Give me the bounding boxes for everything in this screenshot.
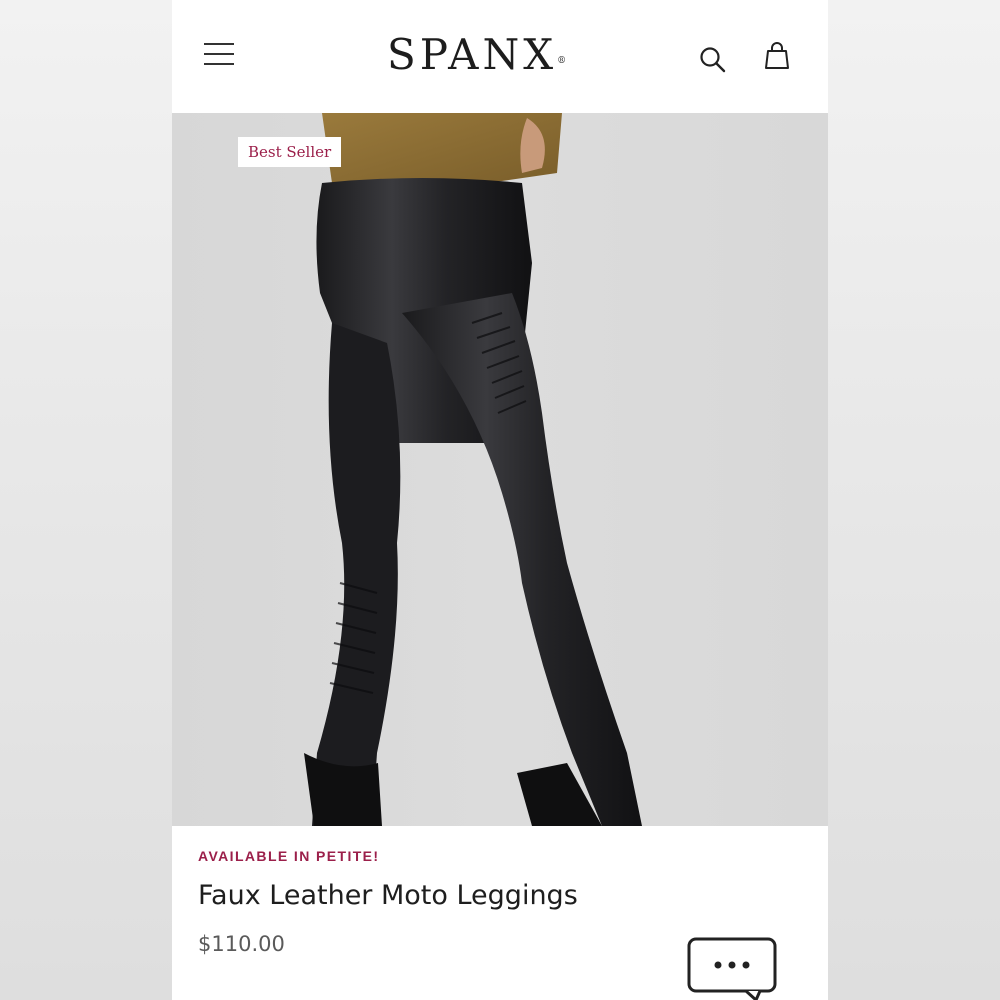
product-title[interactable]: Faux Leather Moto Leggings <box>198 880 578 911</box>
chat-bubble-icon[interactable] <box>686 936 778 1000</box>
product-photo <box>304 113 642 826</box>
best-seller-badge: Best Seller <box>238 137 342 167</box>
hamburger-menu-icon[interactable] <box>202 40 236 70</box>
petite-availability-label: AVAILABLE IN PETITE! <box>198 848 380 864</box>
search-icon[interactable] <box>697 44 729 76</box>
background-blur-left <box>0 0 172 1000</box>
shopping-bag-icon[interactable] <box>759 38 795 74</box>
product-page: SPANX® Best Seller AVAILABLE IN PETITE! … <box>172 0 828 1000</box>
brand-name: SPANX <box>387 30 558 79</box>
brand-logo[interactable]: SPANX® <box>387 30 613 80</box>
trademark-mark: ® <box>557 56 567 66</box>
background-blur-right <box>827 0 1000 1000</box>
product-price: $110.00 <box>198 932 285 956</box>
product-image[interactable]: Best Seller <box>172 113 828 826</box>
site-header: SPANX® <box>172 0 828 113</box>
